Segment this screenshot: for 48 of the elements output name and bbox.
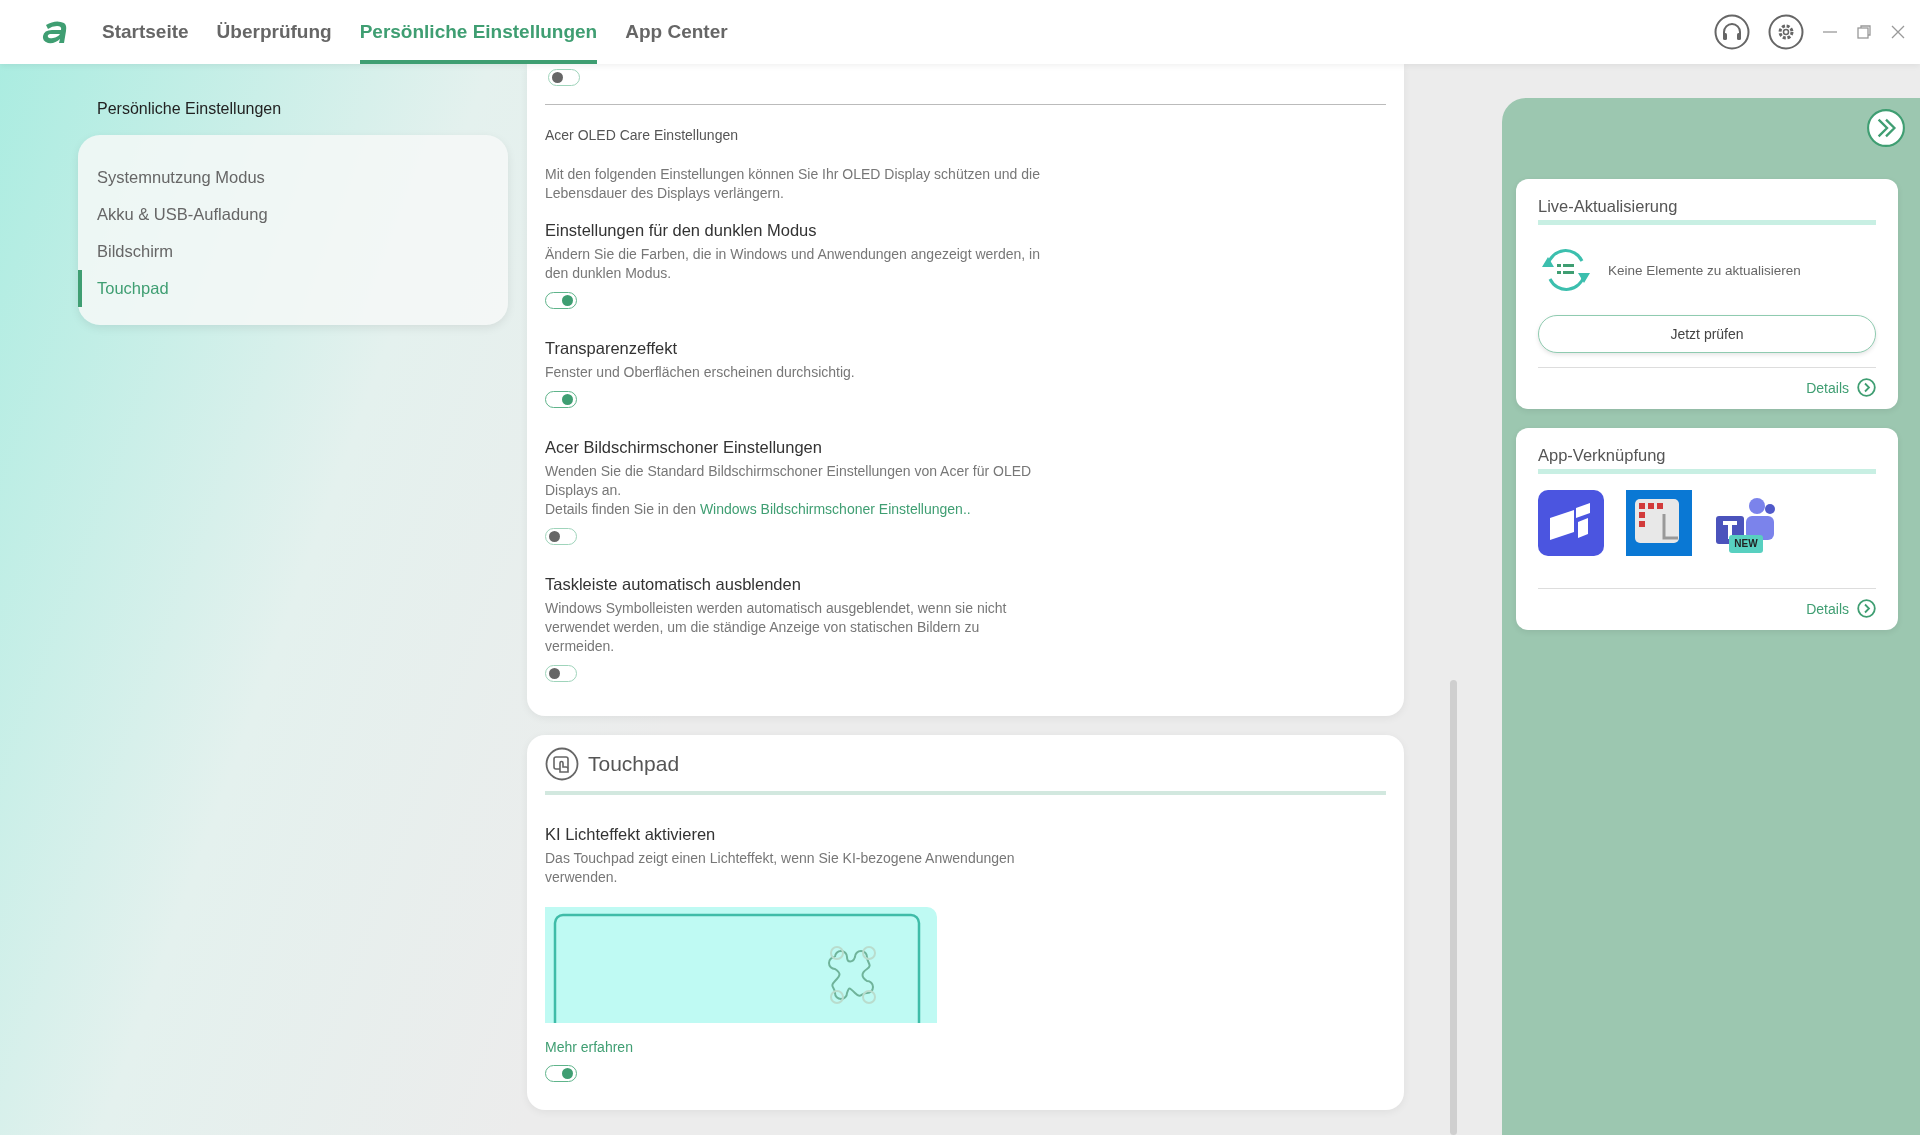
setting-note: Details finden Sie in den Windows Bildschirmschoner Einstellungen.. [545, 500, 972, 519]
sidebar-item[interactable]: Akku & USB-Aufladung [78, 196, 508, 233]
headset-icon[interactable] [1714, 14, 1750, 50]
section-title: Acer OLED Care Einstellungen [545, 127, 739, 143]
toggle-switch[interactable] [545, 665, 577, 682]
sidebar-title: Persönliche Einstellungen [97, 100, 283, 118]
setting-description: Fenster und Oberflächen erscheinen durchsichtig. [545, 363, 856, 382]
nav-tab[interactable]: Überprüfung [216, 0, 332, 64]
status-message: Keine Elemente zu aktualisieren [1608, 262, 1801, 278]
toggle-switch[interactable] [548, 69, 580, 86]
toggle-switch[interactable] [545, 292, 577, 309]
details-link[interactable]: Details [1806, 378, 1876, 397]
toggle-switch[interactable] [545, 1065, 577, 1082]
setting-title: Einstellungen für den dunklen Modus [545, 221, 818, 240]
details-link[interactable]: Details [1806, 599, 1876, 618]
chevron-circle-icon [1857, 599, 1876, 618]
scrollbar-thumb[interactable] [1449, 680, 1457, 1135]
sidebar-item[interactable]: Touchpad [78, 270, 508, 307]
close-icon[interactable] [1890, 24, 1906, 40]
settings-link[interactable]: Windows Bildschirmschoner Einstellungen.. [699, 501, 971, 517]
setting-title: KI Lichteffekt aktivieren [545, 825, 717, 844]
snipping-tool-icon[interactable] [1626, 490, 1692, 556]
nav-tab[interactable]: Startseite [102, 0, 189, 64]
card-title: Live-Aktualisierung [1538, 197, 1876, 225]
chevron-circle-icon [1857, 378, 1876, 397]
setting-title: Transparenzeffekt [545, 339, 679, 358]
check-now-button[interactable]: Jetzt prüfen [1538, 315, 1876, 353]
toggle-switch[interactable] [545, 391, 577, 408]
learn-more-link[interactable]: Mehr erfahren [545, 1039, 633, 1055]
card-title: App-Verknüpfung [1538, 446, 1876, 474]
setting-title: Taskleiste automatisch ausblenden [545, 575, 802, 594]
new-badge: NEW [1729, 535, 1763, 553]
touchpad-icon [545, 747, 579, 781]
setting-title: Acer Bildschirmschoner Einstellungen [545, 438, 823, 457]
setting-description: Ändern Sie die Farben, die in Windows und Anwendungen angezeigt werden, in den dunklen Modus. [545, 245, 1041, 283]
setting-description: Windows Symbolleisten werden automatisch ausgeblendet, wenn sie nicht verwendet werden, um die ständige Anzeige von statischen Bildern zu vermeiden. [545, 599, 1008, 656]
setting-description: Wenden Sie die Standard Bildschirmschoner Einstellungen von Acer für OLED Displays an. [545, 462, 1033, 500]
settings-icon[interactable] [1768, 14, 1804, 50]
expand-icon[interactable] [1866, 108, 1906, 148]
toggle-switch[interactable] [545, 528, 577, 545]
maximize-icon[interactable] [1856, 24, 1872, 40]
setting-description: Das Touchpad zeigt einen Lichteffekt, wenn Sie KI-bezogene Anwendungen verwenden. [545, 849, 1016, 887]
section-description: Mit den folgenden Einstellungen können Sie Ihr OLED Display schützen und die Lebensdauer des Displays verlängern. [545, 165, 1041, 203]
card-title: Touchpad [588, 752, 680, 776]
app-icon[interactable] [1538, 490, 1604, 556]
nav-tab[interactable]: App Center [625, 0, 728, 64]
sidebar-item[interactable]: Systemnutzung Modus [78, 159, 508, 196]
sidebar-item[interactable]: Bildschirm [78, 233, 508, 270]
